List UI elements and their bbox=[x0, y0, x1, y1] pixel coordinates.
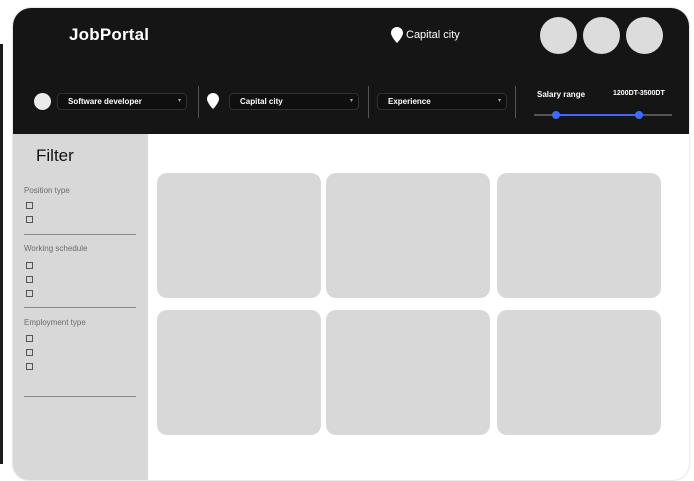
filter-bar: Software developer ▾ Capital city ▾ Expe… bbox=[13, 82, 689, 122]
avatar[interactable] bbox=[583, 17, 620, 54]
salary-range-label: Salary range bbox=[537, 90, 586, 99]
checkbox[interactable] bbox=[26, 290, 33, 297]
employment-type-label: Employment type bbox=[24, 318, 86, 327]
experience-select[interactable]: Experience ▾ bbox=[377, 93, 507, 110]
job-card[interactable] bbox=[326, 173, 490, 298]
divider bbox=[368, 86, 369, 118]
header: JobPortal Capital city Software develope… bbox=[13, 8, 689, 134]
salary-slider-min-handle[interactable] bbox=[552, 111, 560, 119]
job-card[interactable] bbox=[157, 173, 321, 298]
filter-title: Filter bbox=[36, 146, 74, 165]
logo[interactable]: JobPortal bbox=[69, 25, 149, 45]
salary-range-value: 1200DT-3500DT bbox=[613, 90, 665, 97]
avatar[interactable] bbox=[626, 17, 663, 54]
checkbox[interactable] bbox=[26, 262, 33, 269]
app-window: JobPortal Capital city Software develope… bbox=[13, 8, 689, 480]
chevron-down-icon: ▾ bbox=[177, 98, 181, 104]
checkbox[interactable] bbox=[26, 216, 33, 223]
page-edge-bar bbox=[0, 44, 3, 464]
checkbox[interactable] bbox=[26, 349, 33, 356]
chevron-down-icon: ▾ bbox=[497, 98, 501, 104]
chevron-down-icon: ▾ bbox=[349, 98, 353, 104]
divider bbox=[198, 86, 199, 118]
checkbox[interactable] bbox=[26, 363, 33, 370]
header-location-label: Capital city bbox=[406, 29, 460, 41]
checkbox[interactable] bbox=[26, 202, 33, 209]
job-card[interactable] bbox=[157, 310, 321, 435]
location-pin-icon bbox=[207, 93, 219, 109]
location-pin-icon bbox=[391, 27, 403, 43]
filter-sidebar: Filter Position type Working schedule Em… bbox=[13, 134, 148, 480]
salary-slider-fill bbox=[556, 114, 640, 116]
salary-slider-max-handle[interactable] bbox=[635, 111, 643, 119]
job-card[interactable] bbox=[497, 310, 661, 435]
job-card[interactable] bbox=[326, 310, 490, 435]
position-select[interactable]: Software developer ▾ bbox=[57, 93, 187, 110]
avatar[interactable] bbox=[540, 17, 577, 54]
divider bbox=[24, 234, 136, 235]
city-select-value: Capital city bbox=[240, 97, 283, 106]
working-schedule-label: Working schedule bbox=[24, 244, 88, 253]
job-card[interactable] bbox=[497, 173, 661, 298]
divider bbox=[24, 307, 136, 308]
divider bbox=[24, 396, 136, 397]
experience-select-value: Experience bbox=[388, 97, 431, 106]
divider bbox=[515, 86, 516, 118]
city-select[interactable]: Capital city ▾ bbox=[229, 93, 359, 110]
profile-circle-icon bbox=[34, 93, 51, 110]
position-type-label: Position type bbox=[24, 186, 70, 195]
checkbox[interactable] bbox=[26, 276, 33, 283]
header-location[interactable]: Capital city bbox=[391, 27, 460, 43]
checkbox[interactable] bbox=[26, 335, 33, 342]
position-select-value: Software developer bbox=[68, 97, 142, 106]
